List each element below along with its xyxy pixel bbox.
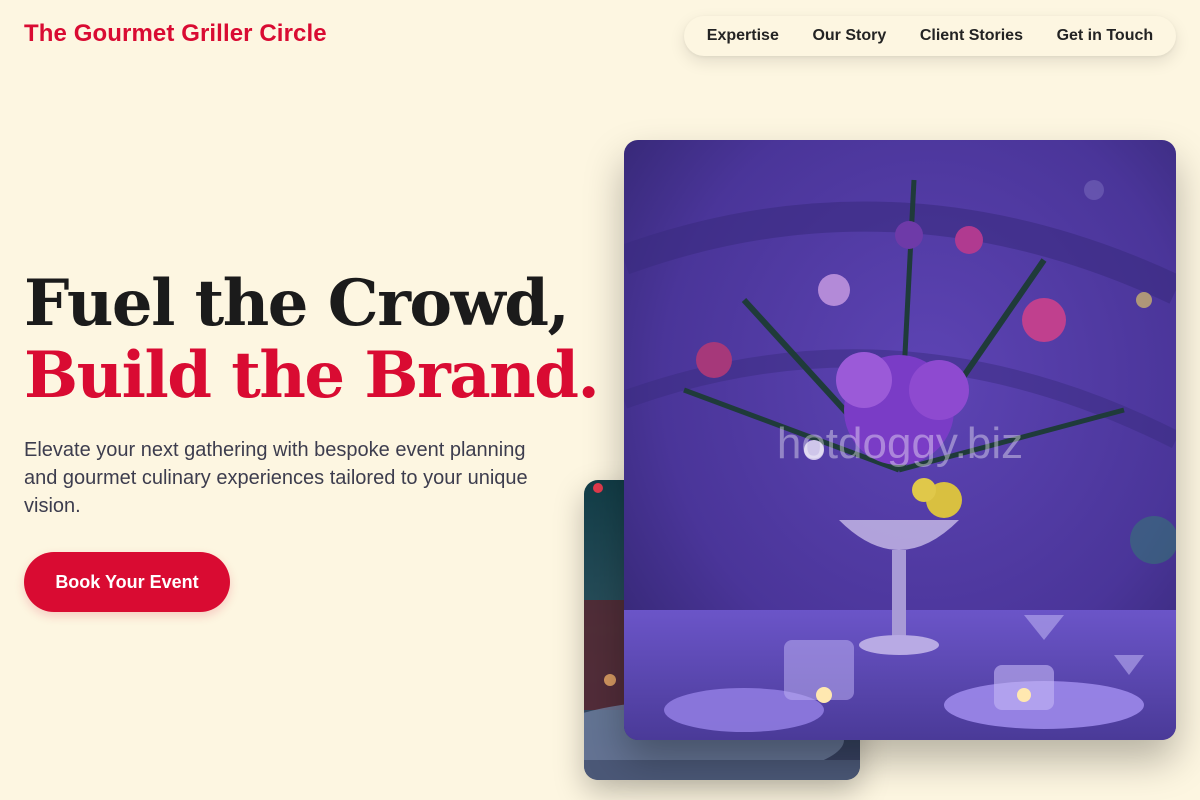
- top-nav: Expertise Our Story Client Stories Get i…: [684, 16, 1176, 56]
- watermark-text: hotdoggy.biz: [777, 419, 1023, 468]
- hero-headline-line2: Build the Brand.: [24, 338, 600, 413]
- hero-subtitle: Elevate your next gathering with bespoke…: [24, 439, 528, 517]
- main-event-image: hotdoggy.biz: [624, 140, 1176, 740]
- book-event-button[interactable]: Book Your Event: [24, 552, 230, 612]
- nav-link-get-in-touch[interactable]: Get in Touch: [1057, 27, 1154, 45]
- hero-headline: Fuel the Crowd, Build the Brand.: [24, 266, 600, 413]
- page: The Gourmet Griller Circle Expertise Our…: [0, 0, 1200, 800]
- nav-link-client-stories[interactable]: Client Stories: [920, 27, 1023, 45]
- nav-link-expertise[interactable]: Expertise: [707, 27, 779, 45]
- hero-headline-line1: Fuel the Crowd,: [24, 266, 570, 341]
- nav-link-our-story[interactable]: Our Story: [812, 27, 886, 45]
- brand-logo-text[interactable]: The Gourmet Griller Circle: [24, 20, 327, 48]
